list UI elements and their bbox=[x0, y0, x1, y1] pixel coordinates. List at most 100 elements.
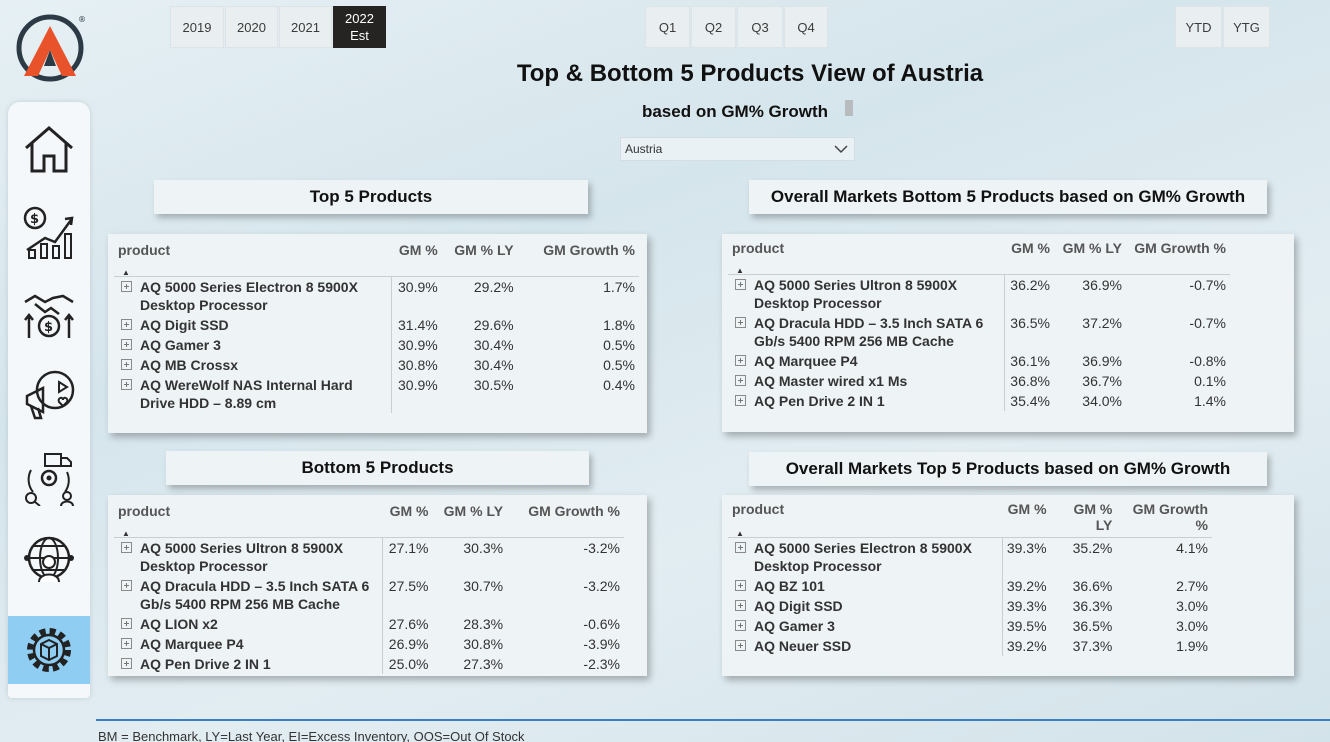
expand-plus-icon[interactable] bbox=[121, 280, 132, 292]
expand-plus-icon[interactable] bbox=[121, 579, 132, 591]
period-button-ytd[interactable]: YTD bbox=[1175, 6, 1222, 48]
nav-sales[interactable]: $ bbox=[8, 280, 90, 348]
table-row[interactable]: AQ Digit SSD 31.4% 29.6% 1.8% bbox=[114, 314, 639, 335]
column-header-gm-growth[interactable]: GM Growth % bbox=[507, 503, 624, 538]
gm-growth-cell: -0.7% bbox=[1189, 276, 1226, 293]
column-header-product[interactable]: product ▲ bbox=[114, 242, 392, 277]
overall-bottom5-title: Overall Markets Bottom 5 Products based … bbox=[749, 180, 1267, 214]
expand-plus-icon[interactable] bbox=[121, 541, 132, 553]
table-row[interactable]: AQ Pen Drive 2 IN 1 25.0% 27.3% -2.3% bbox=[114, 653, 624, 674]
scroll-indicator[interactable] bbox=[845, 100, 853, 116]
product-cell: AQ 5000 Series Ultron 8 5900X Desktop Pr… bbox=[728, 274, 1005, 313]
nav-finance[interactable]: $ bbox=[8, 198, 90, 266]
column-header-gm-ly[interactable]: GM % LY bbox=[432, 503, 508, 538]
product-name: AQ 5000 Series Electron 8 5900X Desktop … bbox=[754, 540, 972, 574]
expand-plus-icon[interactable] bbox=[121, 637, 132, 649]
quarter-button-q2[interactable]: Q2 bbox=[691, 6, 736, 48]
sort-ascending-icon: ▲ bbox=[736, 265, 744, 275]
expand-plus-icon[interactable] bbox=[121, 657, 132, 669]
gm-ly-cell: 30.8% bbox=[463, 635, 504, 652]
year-button-2021[interactable]: 2021 bbox=[279, 6, 332, 48]
column-header-gm[interactable]: GM % bbox=[382, 503, 433, 538]
product-name: AQ Marquee P4 bbox=[140, 635, 244, 652]
expand-plus-icon[interactable] bbox=[735, 620, 746, 631]
table-row[interactable]: AQ Master wired x1 Ms 36.8% 36.7% 0.1% bbox=[728, 370, 1230, 391]
gm-growth-cell: -3.9% bbox=[583, 635, 620, 652]
column-header-gm-growth[interactable]: GM Growth % bbox=[1116, 501, 1212, 538]
table-row[interactable]: AQ Gamer 3 39.5% 36.5% 3.0% bbox=[728, 616, 1212, 636]
table-row[interactable]: AQ WereWolf NAS Internal Hard Drive HDD … bbox=[114, 374, 639, 413]
nav-global[interactable] bbox=[8, 526, 90, 594]
expand-plus-icon[interactable] bbox=[735, 542, 746, 553]
product-name: AQ MB Crossx bbox=[140, 356, 239, 373]
column-header-product[interactable]: product ▲ bbox=[728, 240, 1004, 275]
column-header-gm[interactable]: GM % bbox=[1004, 240, 1054, 275]
column-header-gm[interactable]: GM % bbox=[391, 242, 442, 277]
expand-plus-icon[interactable] bbox=[735, 640, 746, 651]
gm-growth-cell: -3.2% bbox=[583, 539, 620, 556]
expand-plus-icon[interactable] bbox=[121, 358, 132, 370]
nav-marketing[interactable] bbox=[8, 362, 90, 430]
year-button-2020[interactable]: 2020 bbox=[225, 6, 278, 48]
table-row[interactable]: AQ Digit SSD 39.3% 36.3% 3.0% bbox=[728, 596, 1212, 616]
gm-growth-cell: -2.3% bbox=[583, 655, 620, 672]
expand-plus-icon[interactable] bbox=[735, 600, 746, 611]
table-row[interactable]: AQ Gamer 3 30.9% 30.4% 0.5% bbox=[114, 334, 639, 355]
gm-cell: 39.3% bbox=[1006, 540, 1047, 556]
table-row[interactable]: AQ MB Crossx 30.8% 30.4% 0.5% bbox=[114, 354, 639, 375]
table-row[interactable]: AQ Dracula HDD – 3.5 Inch SATA 6 Gb/s 54… bbox=[114, 575, 624, 614]
expand-plus-icon[interactable] bbox=[121, 617, 132, 629]
expand-plus-icon[interactable] bbox=[735, 354, 746, 366]
overall-bottom5-table-card: product ▲ GM % GM % LY GM Growth % AQ 500… bbox=[722, 234, 1294, 432]
expand-plus-icon[interactable] bbox=[735, 278, 746, 290]
product-name: AQ Gamer 3 bbox=[140, 336, 221, 353]
column-header-gm[interactable]: GM % bbox=[1002, 501, 1051, 538]
gm-cell: 27.5% bbox=[388, 577, 429, 594]
expand-plus-icon[interactable] bbox=[121, 378, 132, 390]
expand-plus-icon[interactable] bbox=[121, 318, 132, 330]
column-header-product[interactable]: product ▲ bbox=[114, 503, 383, 538]
bottom5-table: product ▲ GM % GM % LY GM Growth % AQ 500… bbox=[114, 503, 624, 674]
table-row[interactable]: AQ Marquee P4 36.1% 36.9% -0.8% bbox=[728, 350, 1230, 371]
market-dropdown[interactable]: Austria bbox=[620, 137, 855, 161]
expand-plus-icon[interactable] bbox=[735, 316, 746, 328]
column-header-gm-growth[interactable]: GM Growth % bbox=[1126, 240, 1230, 275]
table-row[interactable]: AQ 5000 Series Electron 8 5900X Desktop … bbox=[728, 537, 1212, 576]
table-row[interactable]: AQ 5000 Series Electron 8 5900X Desktop … bbox=[114, 276, 639, 315]
nav-settings[interactable] bbox=[8, 616, 90, 684]
product-cell: AQ Marquee P4 bbox=[728, 350, 1005, 371]
column-header-gm-ly[interactable]: GM % LY bbox=[441, 242, 518, 277]
nav-supply-chain[interactable] bbox=[8, 444, 90, 512]
table-row[interactable]: AQ LION x2 27.6% 28.3% -0.6% bbox=[114, 613, 624, 634]
gm-ly-cell: 29.6% bbox=[473, 316, 514, 333]
nav-home[interactable] bbox=[8, 116, 90, 184]
expand-plus-icon[interactable] bbox=[735, 374, 746, 386]
table-row[interactable]: AQ Neuer SSD 39.2% 37.3% 1.9% bbox=[728, 636, 1212, 656]
product-cell: AQ Pen Drive 2 IN 1 bbox=[114, 653, 383, 674]
table-row[interactable]: AQ 5000 Series Ultron 8 5900X Desktop Pr… bbox=[728, 274, 1230, 313]
gm-ly-cell: 36.6% bbox=[1072, 578, 1113, 594]
quarter-button-q3[interactable]: Q3 bbox=[737, 6, 783, 48]
column-header-gm-ly[interactable]: GM % LY bbox=[1054, 240, 1126, 275]
product-name: AQ 5000 Series Ultron 8 5900X Desktop Pr… bbox=[140, 539, 344, 574]
column-header-product[interactable]: product ▲ bbox=[728, 501, 1003, 538]
expand-plus-icon[interactable] bbox=[735, 394, 746, 406]
table-row[interactable]: AQ 5000 Series Ultron 8 5900X Desktop Pr… bbox=[114, 537, 624, 576]
gm-growth-cell: -0.7% bbox=[1189, 314, 1226, 331]
table-row[interactable]: AQ BZ 101 39.2% 36.6% 2.7% bbox=[728, 576, 1212, 596]
year-button-2019[interactable]: 2019 bbox=[170, 6, 224, 48]
table-row[interactable]: AQ Marquee P4 26.9% 30.8% -3.9% bbox=[114, 633, 624, 654]
quarter-button-q4[interactable]: Q4 bbox=[784, 6, 828, 48]
column-header-gm-ly[interactable]: GM % LY bbox=[1050, 501, 1117, 538]
period-button-ytg[interactable]: YTG bbox=[1223, 6, 1270, 48]
table-row[interactable]: AQ Dracula HDD – 3.5 Inch SATA 6 Gb/s 54… bbox=[728, 312, 1230, 351]
expand-plus-icon[interactable] bbox=[735, 580, 746, 591]
column-header-gm-growth[interactable]: GM Growth % bbox=[517, 242, 639, 277]
year-button-2022-est[interactable]: 2022 Est bbox=[333, 6, 386, 48]
footer-divider bbox=[96, 719, 1330, 721]
quarter-button-q1[interactable]: Q1 bbox=[645, 6, 690, 48]
table-row[interactable]: AQ Pen Drive 2 IN 1 35.4% 34.0% 1.4% bbox=[728, 390, 1230, 411]
product-cell: AQ LION x2 bbox=[114, 613, 383, 634]
gm-cell: 36.5% bbox=[1010, 314, 1050, 331]
expand-plus-icon[interactable] bbox=[121, 338, 132, 350]
